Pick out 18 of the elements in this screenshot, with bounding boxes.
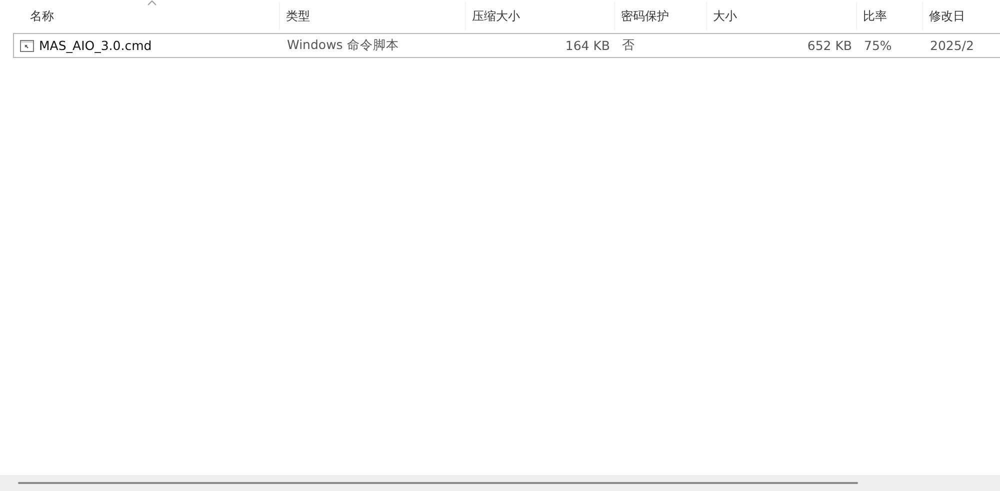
- table-cell: 否: [622, 37, 635, 54]
- table-cell: 164 KB: [565, 38, 610, 53]
- table-cell: Windows 命令脚本: [287, 37, 399, 54]
- column-header[interactable]: 类型: [280, 2, 466, 30]
- script-file-icon: [20, 38, 34, 52]
- column-header[interactable]: 压缩大小: [466, 2, 615, 30]
- file-row[interactable]: MAS_AIO_3.0.cmd Windows 命令脚本 164 KB 否 652 KB 75% 2025/2: [13, 33, 1000, 58]
- horizontal-scrollbar[interactable]: [0, 475, 1000, 491]
- scrollbar-thumb[interactable]: [18, 482, 858, 484]
- table-cell: 75%: [864, 38, 892, 53]
- column-header[interactable]: 密码保护: [615, 2, 707, 30]
- table-cell: MAS_AIO_3.0.cmd: [39, 38, 152, 53]
- column-header[interactable]: 修改日: [923, 2, 1000, 30]
- table-cell: 2025/2: [930, 38, 974, 53]
- column-header[interactable]: 名称: [13, 2, 280, 30]
- column-header[interactable]: 比率: [857, 2, 923, 30]
- column-header[interactable]: 大小: [707, 2, 857, 30]
- table-cell: 652 KB: [807, 38, 852, 53]
